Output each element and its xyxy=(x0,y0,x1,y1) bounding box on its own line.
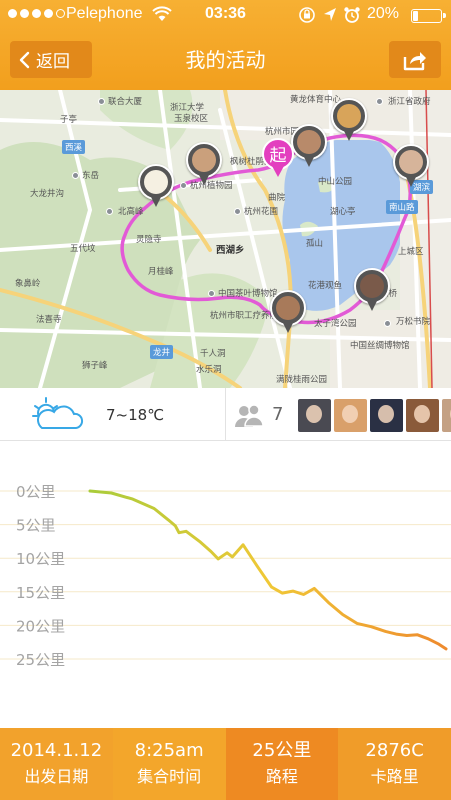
start-marker[interactable]: 起 xyxy=(262,138,294,178)
participant-pin[interactable] xyxy=(354,268,390,312)
participant-avatar[interactable] xyxy=(442,399,451,432)
map-label-huapu: 杭州花圃 xyxy=(244,207,279,217)
participant-pin[interactable] xyxy=(331,98,367,142)
stat-calories-value: 2876C xyxy=(365,740,424,761)
participant-pin[interactable] xyxy=(291,124,327,168)
map-label-faxi: 法喜寺 xyxy=(36,315,62,325)
chart-y-tick-label: 15公里 xyxy=(16,584,65,602)
top-bar: Pelephone 03:36 20% 返回 我的活动 xyxy=(0,0,451,90)
map-label-qianren: 千人洞 xyxy=(200,349,226,359)
map-label-zhengfu: 浙江省政府 xyxy=(388,97,431,107)
temperature: 7~18℃ xyxy=(106,406,165,424)
alarm-icon xyxy=(344,7,360,23)
share-button[interactable] xyxy=(389,41,441,78)
stat-date: 2014.1.12 出发日期 xyxy=(0,728,113,800)
map-label-wuyun: 五代坟 xyxy=(70,244,96,254)
map-poi xyxy=(384,320,391,327)
navigation-bar: 返回 我的活动 xyxy=(0,30,451,90)
participant-count: 7 xyxy=(272,404,284,425)
map-label-yuezhu: 月桂峰 xyxy=(148,267,174,277)
map-label-shuile: 水乐洞 xyxy=(196,365,222,375)
battery-percent: 20% xyxy=(367,5,400,22)
map-poi xyxy=(208,290,215,297)
map-label-sichou: 中国丝绸博物馆 xyxy=(350,341,410,351)
map-label-yuquan: 玉泉校区 xyxy=(174,114,209,124)
stat-calories-label: 卡路里 xyxy=(370,767,419,786)
participant-avatar[interactable] xyxy=(370,399,403,432)
map-label-shizi: 狮子峰 xyxy=(82,361,108,371)
chart-y-tick-label: 0公里 xyxy=(16,483,56,501)
map-label-huagang: 花港观鱼 xyxy=(308,281,343,291)
stat-distance-label: 路程 xyxy=(265,767,298,786)
map-label-huxinting: 湖心亭 xyxy=(330,207,356,217)
stat-distance-value: 25公里 xyxy=(252,740,312,761)
map-label-chaye: 中国茶叶博物馆 xyxy=(218,289,278,299)
info-divider xyxy=(225,388,226,441)
map-tag-nanshan: 南山路 xyxy=(386,200,418,214)
map-label-zhongshan: 中山公园 xyxy=(318,177,353,187)
participant-avatar[interactable] xyxy=(298,399,331,432)
map-poi xyxy=(72,172,79,179)
distance-chart-svg: 0公里 5公里 10公里 15公里 20公里 25公里 xyxy=(0,483,451,669)
participant-avatar[interactable] xyxy=(406,399,439,432)
map-tag-xixi: 西溪 xyxy=(62,140,86,154)
rotation-lock-icon xyxy=(299,7,315,23)
page-title: 我的活动 xyxy=(185,48,266,72)
participant-avatars[interactable] xyxy=(298,399,451,432)
chart-y-tick-label: 20公里 xyxy=(16,617,65,635)
chart-y-tick-label: 5公里 xyxy=(16,517,56,535)
distance-chart: 0公里 5公里 10公里 15公里 20公里 25公里 xyxy=(0,441,451,728)
stat-time: 8:25am 集合时间 xyxy=(112,728,226,800)
battery-icon xyxy=(411,9,446,23)
map-label-lianhe: 联合大厦 xyxy=(108,97,143,107)
map-label-mansilong: 满陇桂雨公园 xyxy=(276,375,328,385)
route-map[interactable]: 西溪 龙井 湖滨 南山路 联合大厦 浙江大学 玉泉校区 子亭 东岳 大龙井沟 北… xyxy=(0,90,451,388)
status-bar: Pelephone 03:36 20% xyxy=(0,0,451,30)
map-label-gushan: 孤山 xyxy=(306,239,324,249)
map-label-quyuan: 曲院 xyxy=(268,193,286,203)
participant-pin[interactable] xyxy=(393,144,429,188)
map-poi xyxy=(106,208,113,215)
chart-y-tick-label: 25公里 xyxy=(16,651,65,669)
map-poi xyxy=(376,98,383,105)
participant-pin[interactable] xyxy=(138,164,174,208)
map-label-wansong: 万松书院 xyxy=(396,317,431,327)
activity-screen: Pelephone 03:36 20% 返回 我的活动 西溪 龙井 湖滨 南山路… xyxy=(0,0,451,800)
participant-avatar[interactable] xyxy=(334,399,367,432)
share-icon xyxy=(403,51,426,70)
map-label-lingyin: 灵隐寺 xyxy=(136,235,162,245)
map-label-taiziwan: 太子湾公园 xyxy=(314,319,357,329)
stat-calories: 2876C 卡路里 xyxy=(338,728,451,800)
map-label-shangcheng: 上城区 xyxy=(398,247,424,257)
people-icon xyxy=(235,404,264,427)
map-poi xyxy=(98,98,105,105)
partly-cloudy-icon xyxy=(32,397,84,429)
map-label-zhiyuan: 杭州市职工疗养院 xyxy=(210,311,279,321)
map-label-ziting: 子亭 xyxy=(60,115,78,125)
map-tag-longjing: 龙井 xyxy=(150,345,174,359)
map-label-xianghu: 象鼻岭 xyxy=(15,279,41,289)
stat-date-value: 2014.1.12 xyxy=(10,740,103,761)
chart-y-tick-label: 10公里 xyxy=(16,550,65,568)
stat-date-label: 出发日期 xyxy=(24,767,89,786)
participant-pin[interactable] xyxy=(270,290,306,334)
stat-distance: 25公里 路程 xyxy=(225,728,339,800)
stat-time-label: 集合时间 xyxy=(137,767,202,786)
map-label-dalongjing: 大龙井沟 xyxy=(30,189,65,199)
map-label-dongyue: 东岳 xyxy=(82,171,100,181)
participant-pin[interactable] xyxy=(186,142,222,186)
activity-stats: 2014.1.12 出发日期 8:25am 集合时间 25公里 路程 2876C… xyxy=(0,728,451,800)
stat-time-value: 8:25am xyxy=(134,740,204,761)
map-label-beigaofeng: 北高峰 xyxy=(118,207,144,217)
activity-info-row: 7~18℃ 7 xyxy=(0,388,451,441)
map-poi xyxy=(234,208,241,215)
map-label-xihuxiang: 西湖乡 xyxy=(216,245,245,256)
location-arrow-icon xyxy=(324,8,336,21)
map-label-zheda: 浙江大学 xyxy=(170,103,205,113)
